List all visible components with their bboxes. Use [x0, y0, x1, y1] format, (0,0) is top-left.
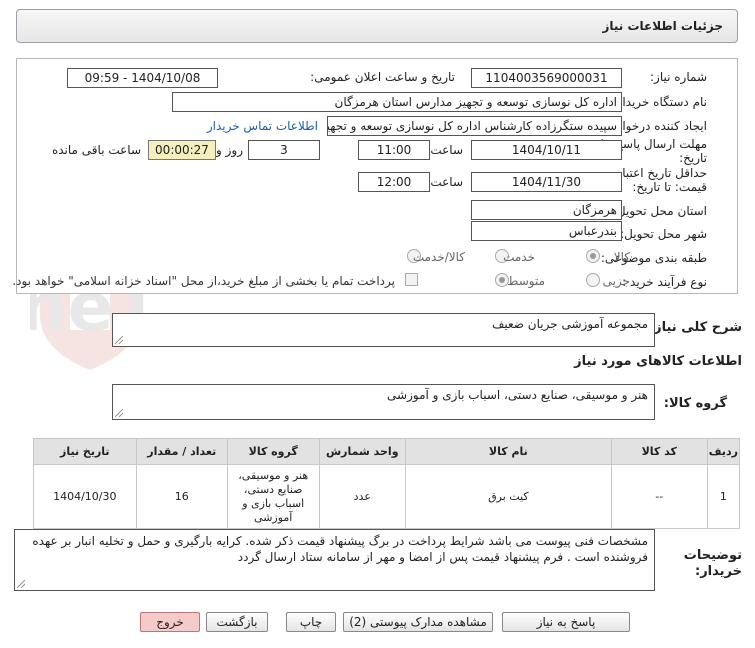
requester-field[interactable]: سپیده ستگرزاده کارشناس اداره کل نوسازی ت… [327, 116, 622, 136]
purchase-option-minor: جزیی [602, 274, 630, 288]
category-radio-goods[interactable] [586, 249, 600, 263]
city-label: شهر محل تحویل: [620, 227, 707, 241]
cell-unit: عدد [318, 464, 407, 529]
goods-table: ردیف کد کالا نام کالا واحد شمارش گروه کا… [33, 438, 741, 529]
cell-item-name: کیت برق [405, 464, 612, 529]
resize-handle-icon[interactable] [115, 336, 123, 344]
days-label: روز و [216, 143, 243, 157]
cell-item-code: -- [610, 464, 708, 529]
col-header-unit: واحد شمارش [318, 438, 407, 465]
description-textarea[interactable]: مجموعه آموزشی جریان ضعیف [112, 313, 655, 347]
buyer-notes-textarea[interactable]: مشخصات فنی پیوست می باشد شرایط پرداخت در… [14, 529, 655, 591]
col-header-need-date: تاریخ نیاز [33, 438, 137, 465]
description-label: شرح کلی نیاز: [648, 320, 742, 335]
price-validity-time-field[interactable]: 12:00 [358, 172, 430, 192]
remaining-time-label: ساعت باقی مانده [51, 143, 141, 157]
goods-group-textarea[interactable]: هنر و موسیقی، صنایع دستی، اسباب بازی و آ… [112, 384, 655, 420]
page-title: جزئیات اطلاعات نیاز [602, 19, 723, 33]
purchase-option-medium: متوسط [507, 274, 545, 288]
buyer-notes-label: توضیحات خریدار: [683, 548, 742, 579]
treasury-payment-checkbox[interactable] [405, 273, 418, 286]
resize-handle-icon[interactable] [17, 580, 25, 588]
cell-item-group: هنر و موسیقی، صنایع دستی، اسباب بازی و آ… [226, 464, 320, 529]
reply-deadline-time-field[interactable]: 11:00 [358, 140, 430, 160]
buyer-org-label: نام دستگاه خریدار: [612, 95, 708, 109]
back-button[interactable]: بازگشت [206, 612, 268, 632]
need-number-field[interactable]: 1104003569000031 [471, 68, 622, 88]
table-row[interactable]: 1 -- کیت برق عدد هنر و موسیقی، صنایع دست… [33, 464, 741, 529]
category-option-goods-service: کالا/خدمت [412, 250, 465, 264]
table-header-row: ردیف کد کالا نام کالا واحد شمارش گروه کا… [33, 438, 741, 465]
price-validity-date-field[interactable]: 1404/11/30 [471, 172, 622, 192]
reply-deadline-label-line2: تاریخ: [679, 151, 707, 165]
goods-group-label: گروه کالا: [663, 396, 727, 411]
province-label: استان محل تحویل: [612, 204, 707, 218]
need-number-label: شماره نیاز: [650, 70, 707, 84]
province-field[interactable]: هرمزگان [471, 200, 622, 220]
category-option-goods: کالا [613, 250, 630, 264]
description-text: مجموعه آموزشی جریان ضعیف [491, 317, 648, 331]
print-button[interactable]: چاپ [286, 612, 336, 632]
category-option-service: خدمت [503, 250, 535, 264]
treasury-payment-note: پرداخت تمام یا بخشی از مبلغ خرید،از محل … [12, 274, 395, 288]
buyer-notes-text: مشخصات فنی پیوست می باشد شرایط پرداخت در… [32, 534, 648, 564]
announce-datetime-field[interactable]: 1404/10/08 - 09:59 [67, 68, 218, 88]
buyer-contact-link[interactable]: اطلاعات تماس خریدار [207, 119, 318, 133]
cell-need-date: 1404/10/30 [33, 464, 137, 529]
reply-to-need-button[interactable]: پاسخ به نیاز [502, 612, 630, 632]
col-header-item-group: گروه کالا [226, 438, 320, 465]
col-header-item-code: کد کالا [610, 438, 708, 465]
reply-deadline-date-field[interactable]: 1404/10/11 [471, 140, 622, 160]
col-header-item-name: نام کالا [405, 438, 612, 465]
page-header: جزئیات اطلاعات نیاز [16, 9, 738, 43]
goods-section-title: اطلاعات کالاهای مورد نیاز [574, 354, 742, 369]
col-header-quantity: تعداد / مقدار [135, 438, 228, 465]
price-validity-label-line2: قیمت: تا تاریخ: [632, 180, 707, 194]
cell-row-number: 1 [706, 464, 741, 529]
price-validity-label-line1: حداقل تاریخ اعتبار [616, 166, 707, 180]
announce-datetime-label: تاریخ و ساعت اعلان عمومی: [310, 70, 455, 84]
reply-deadline-time-label: ساعت [430, 143, 463, 157]
col-header-row-number: ردیف [706, 438, 741, 465]
goods-group-text: هنر و موسیقی، صنایع دستی، اسباب بازی و آ… [387, 388, 648, 402]
purchase-type-label: نوع فرآیند خرید : [622, 275, 707, 289]
cell-quantity: 16 [135, 464, 228, 529]
price-validity-time-label: ساعت [430, 175, 463, 189]
city-field[interactable]: بندرعباس [471, 221, 622, 241]
resize-handle-icon[interactable] [115, 409, 123, 417]
purchase-radio-minor[interactable] [586, 273, 600, 287]
exit-button[interactable]: خروج [140, 612, 200, 632]
reply-deadline-days-field[interactable]: 3 [248, 140, 320, 160]
buyer-org-field[interactable]: اداره کل نوسازی توسعه و تجهیز مدارس استا… [172, 92, 622, 112]
remaining-time-field: 00:00:27 [148, 140, 216, 160]
view-attachments-button[interactable]: مشاهده مدارک پیوستی (2) [343, 612, 493, 632]
